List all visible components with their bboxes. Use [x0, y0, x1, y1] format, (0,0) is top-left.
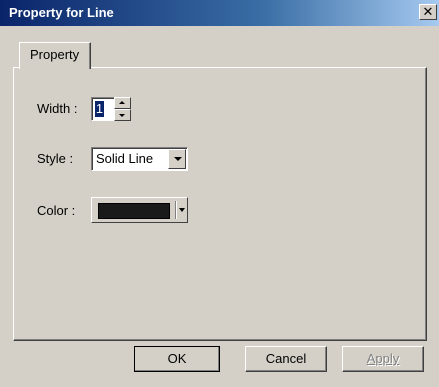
- style-dropdown[interactable]: Solid Line: [91, 147, 188, 171]
- width-value: 1: [95, 101, 104, 117]
- width-input[interactable]: 1: [91, 97, 115, 121]
- ok-button[interactable]: OK: [134, 346, 220, 372]
- width-label: Width :: [37, 101, 78, 116]
- spin-up-button[interactable]: [114, 97, 131, 109]
- close-button[interactable]: ✕: [419, 4, 437, 20]
- apply-button[interactable]: Apply: [342, 346, 424, 372]
- chevron-down-icon[interactable]: [179, 208, 185, 212]
- arrow-up-icon: [119, 101, 125, 104]
- arrow-down-icon: [119, 114, 125, 117]
- close-icon: ✕: [422, 4, 434, 19]
- title-bar[interactable]: Property for Line ✕: [0, 0, 439, 26]
- color-label: Color :: [37, 203, 76, 218]
- divider: [175, 201, 176, 219]
- cancel-button[interactable]: Cancel: [245, 346, 327, 372]
- color-swatch: [98, 203, 170, 219]
- spin-down-button[interactable]: [114, 109, 131, 121]
- window-title: Property for Line: [9, 5, 114, 20]
- tab-label: Property: [30, 47, 80, 62]
- chevron-down-icon: [174, 157, 182, 161]
- style-value: Solid Line: [96, 151, 154, 166]
- style-dropdown-button[interactable]: [168, 149, 186, 169]
- window-frame: [0, 26, 10, 387]
- style-label: Style :: [37, 151, 74, 166]
- width-spinner[interactable]: [114, 97, 131, 121]
- tab-property[interactable]: Property: [19, 42, 91, 69]
- apply-label: Apply: [366, 351, 400, 366]
- color-picker[interactable]: [91, 197, 188, 223]
